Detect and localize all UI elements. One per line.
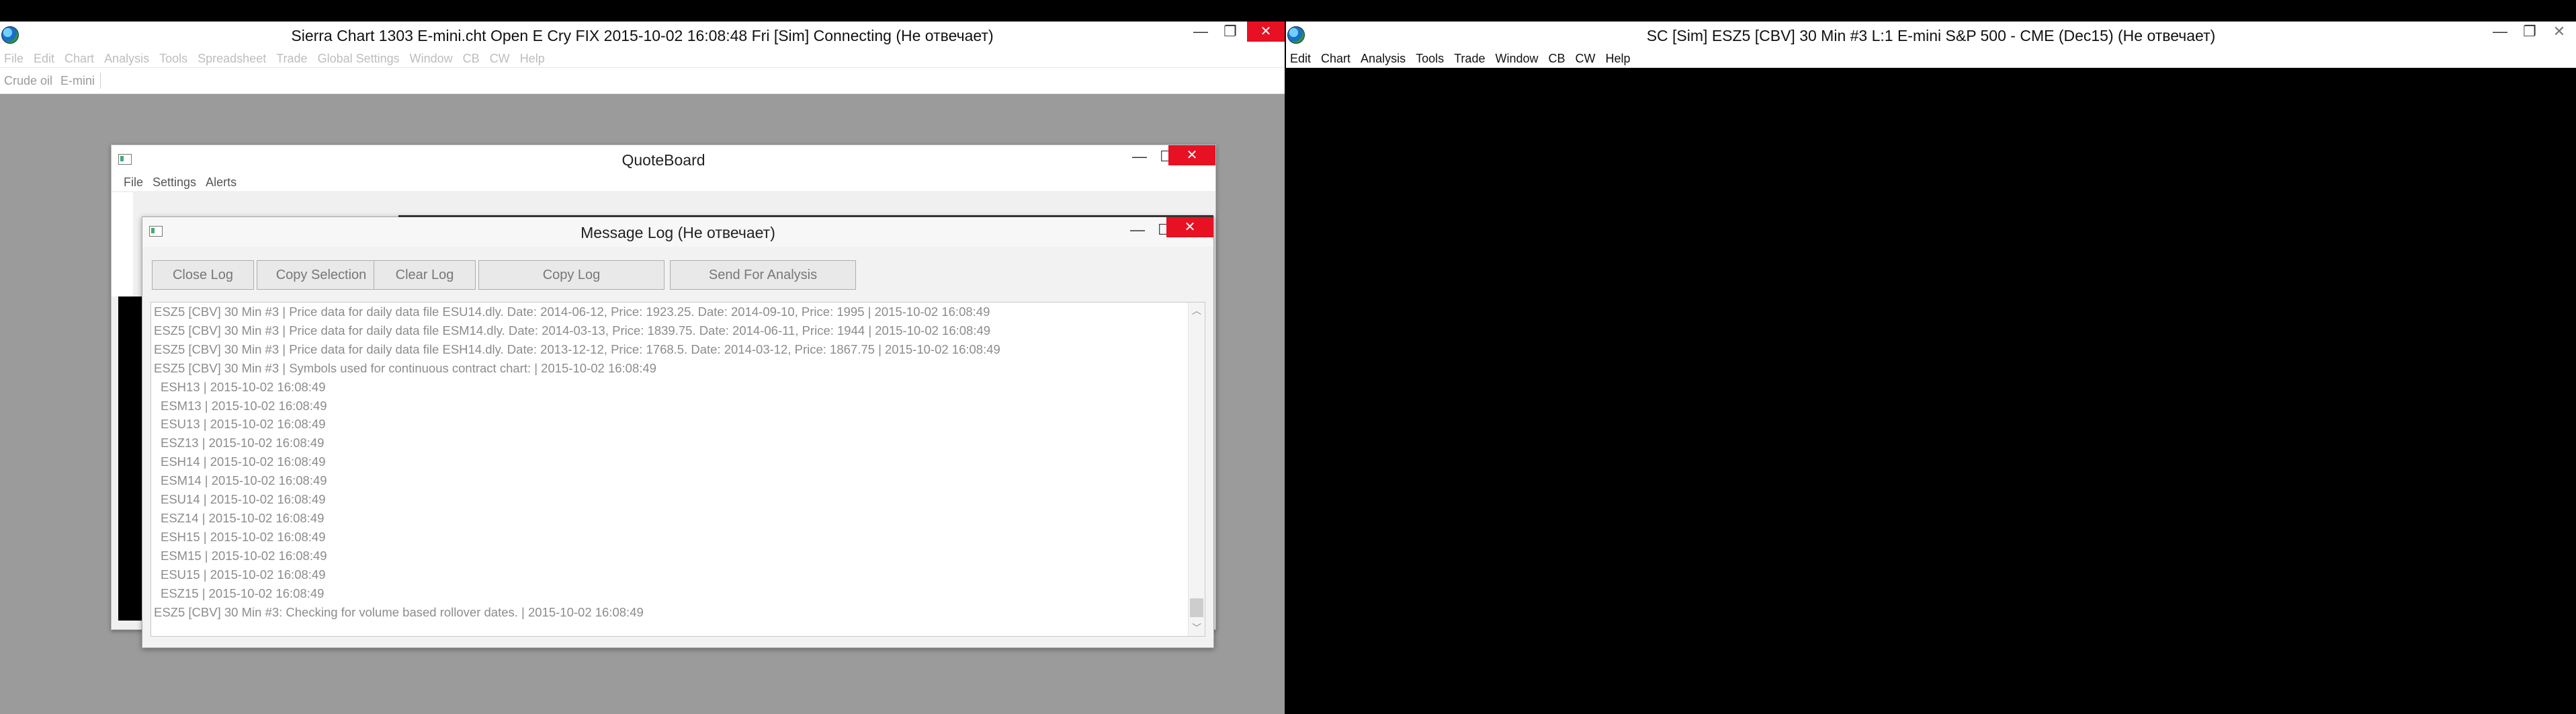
close-icon[interactable]: ✕ bbox=[1247, 22, 1285, 42]
menu-file[interactable]: File bbox=[4, 52, 24, 66]
menu-trade[interactable]: Trade bbox=[276, 52, 307, 66]
restore-icon[interactable]: ❐ bbox=[2514, 22, 2545, 42]
copy-selection-button[interactable]: Copy Selection bbox=[257, 260, 386, 290]
quoteboard-cell-area bbox=[112, 192, 133, 296]
close-icon[interactable]: ✕ bbox=[2544, 22, 2575, 42]
chart-titlebar[interactable]: SC [Sim] ESZ5 [CBV] 30 Min #3 L:1 E-mini… bbox=[1286, 22, 2576, 50]
message-log-title: Message Log (Не отвечает) bbox=[581, 224, 775, 241]
log-line: ESZ15 | 2015-10-02 16:08:49 bbox=[161, 586, 325, 600]
menu-file[interactable]: File bbox=[124, 175, 143, 190]
menu-chart[interactable]: Chart bbox=[65, 52, 94, 66]
minimize-icon[interactable]: — bbox=[1185, 22, 1216, 42]
log-line: ESZ13 | 2015-10-02 16:08:49 bbox=[161, 436, 325, 450]
menu-trade[interactable]: Trade bbox=[1454, 52, 1485, 66]
menu-global-settings[interactable]: Global Settings bbox=[318, 52, 400, 66]
tab-divider bbox=[100, 73, 101, 89]
log-line: ESZ5 [CBV] 30 Min #3 | Price data for da… bbox=[154, 305, 990, 319]
quoteboard-title: QuoteBoard bbox=[621, 151, 705, 169]
log-vertical-scrollbar[interactable]: ︿ ﹀ bbox=[1188, 303, 1205, 636]
log-line: ESH13 | 2015-10-02 16:08:49 bbox=[161, 379, 326, 394]
menu-cw[interactable]: CW bbox=[490, 52, 510, 66]
restore-icon[interactable]: ❐ bbox=[1215, 22, 1246, 42]
menu-alerts[interactable]: Alerts bbox=[206, 175, 237, 190]
log-line: ESU13 | 2015-10-02 16:08:49 bbox=[161, 417, 326, 432]
window-icon bbox=[118, 154, 132, 165]
window-icon bbox=[149, 226, 163, 237]
main-menubar: File Edit Chart Analysis Tools Spreadshe… bbox=[0, 50, 1285, 68]
log-line: ESZ5 [CBV] 30 Min #3: Checking for volum… bbox=[154, 604, 644, 619]
log-line: ESZ5 [CBV] 30 Min #3 | Price data for da… bbox=[154, 342, 1000, 356]
chart-menubar: Edit Chart Analysis Tools Trade Window C… bbox=[1286, 50, 2576, 68]
menu-help[interactable]: Help bbox=[1606, 52, 1631, 66]
menu-cw[interactable]: CW bbox=[1576, 52, 1596, 66]
menu-tools[interactable]: Tools bbox=[1416, 52, 1444, 66]
log-line: ESM13 | 2015-10-02 16:08:49 bbox=[161, 398, 327, 413]
log-line: ESM14 | 2015-10-02 16:08:49 bbox=[161, 473, 327, 488]
menu-cb[interactable]: CB bbox=[463, 52, 480, 66]
menu-edit[interactable]: Edit bbox=[1290, 52, 1311, 66]
message-log-titlebar[interactable]: Message Log (Не отвечает) — ☐ ✕ bbox=[142, 217, 1213, 247]
menu-analysis[interactable]: Analysis bbox=[104, 52, 149, 66]
chart-window: SC [Sim] ESZ5 [CBV] 30 Min #3 L:1 E-mini… bbox=[1286, 22, 2576, 714]
menu-cb[interactable]: CB bbox=[1549, 52, 1565, 66]
log-line: ESH14 | 2015-10-02 16:08:49 bbox=[161, 454, 326, 469]
message-log-toolbar: Close Log Copy Selection Clear Log Copy … bbox=[142, 247, 1213, 292]
message-log-window: Message Log (Не отвечает) — ☐ ✕ Close Lo… bbox=[142, 215, 1214, 648]
chart-area[interactable] bbox=[1286, 69, 2576, 714]
menu-edit[interactable]: Edit bbox=[34, 52, 54, 66]
scroll-up-icon[interactable]: ︿ bbox=[1189, 304, 1205, 317]
menu-analysis[interactable]: Analysis bbox=[1361, 52, 1406, 66]
tab-e-mini[interactable]: E-mini bbox=[56, 74, 99, 88]
main-window-title: Sierra Chart 1303 E-mini.cht Open E Cry … bbox=[291, 27, 994, 44]
chartbook-tabs: Crude oil E-mini bbox=[0, 68, 1285, 94]
quoteboard-black-area bbox=[118, 296, 143, 621]
message-log-text[interactable]: ESZ5 [CBV] 30 Min #3 | Price data for da… bbox=[151, 302, 1205, 637]
clear-log-button[interactable]: Clear Log bbox=[374, 260, 476, 290]
chart-window-title: SC [Sim] ESZ5 [CBV] 30 Min #3 L:1 E-mini… bbox=[1646, 27, 2216, 44]
main-window: Sierra Chart 1303 E-mini.cht Open E Cry … bbox=[0, 22, 1285, 714]
log-line: ESZ14 | 2015-10-02 16:08:49 bbox=[161, 510, 325, 525]
log-line: ESU15 | 2015-10-02 16:08:49 bbox=[161, 567, 326, 582]
quoteboard-titlebar[interactable]: QuoteBoard — ☐ ✕ bbox=[112, 145, 1215, 173]
menu-settings[interactable]: Settings bbox=[153, 175, 196, 190]
log-line: ESZ5 [CBV] 30 Min #3 | Price data for da… bbox=[154, 323, 991, 338]
tab-crude-oil[interactable]: Crude oil bbox=[0, 74, 56, 88]
menu-spreadsheet[interactable]: Spreadsheet bbox=[198, 52, 266, 66]
scroll-thumb[interactable] bbox=[1190, 598, 1203, 617]
menu-chart[interactable]: Chart bbox=[1321, 52, 1350, 66]
quoteboard-menubar: File Settings Alerts bbox=[112, 173, 1215, 191]
menu-window[interactable]: Window bbox=[410, 52, 453, 66]
log-line: ESU14 | 2015-10-02 16:08:49 bbox=[161, 492, 326, 507]
close-icon[interactable]: ✕ bbox=[1168, 145, 1215, 165]
log-line: ESZ5 [CBV] 30 Min #3 | Symbols used for … bbox=[154, 360, 656, 375]
close-log-button[interactable]: Close Log bbox=[152, 260, 254, 290]
scroll-down-icon[interactable]: ﹀ bbox=[1189, 621, 1205, 635]
main-titlebar[interactable]: Sierra Chart 1303 E-mini.cht Open E Cry … bbox=[0, 22, 1285, 50]
menu-help[interactable]: Help bbox=[520, 52, 545, 66]
minimize-icon[interactable]: — bbox=[2485, 22, 2516, 42]
log-line: ESH15 | 2015-10-02 16:08:49 bbox=[161, 529, 326, 544]
menu-window[interactable]: Window bbox=[1495, 52, 1538, 66]
copy-log-button[interactable]: Copy Log bbox=[478, 260, 664, 290]
log-line: ESM15 | 2015-10-02 16:08:49 bbox=[161, 548, 327, 563]
send-for-analysis-button[interactable]: Send For Analysis bbox=[670, 260, 856, 290]
close-icon[interactable]: ✕ bbox=[1166, 217, 1213, 237]
menu-tools[interactable]: Tools bbox=[159, 52, 187, 66]
